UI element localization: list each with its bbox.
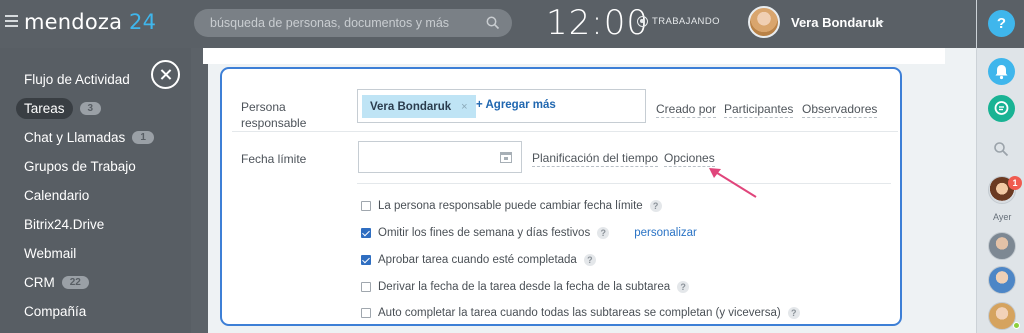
customize-link[interactable]: personalizar bbox=[634, 227, 697, 239]
search-icon[interactable] bbox=[486, 16, 500, 30]
add-more-link[interactable]: + Agregar más bbox=[476, 99, 556, 111]
avatar[interactable] bbox=[988, 302, 1016, 330]
left-sidebar: Flujo de Actividad Tareas 3 Chat y Llama… bbox=[0, 48, 191, 333]
option-label: Aprobar tarea cuando esté completada bbox=[378, 254, 577, 266]
day-label: Ayer bbox=[993, 212, 1012, 222]
close-icon[interactable]: × bbox=[461, 101, 467, 113]
deadline-field[interactable] bbox=[358, 141, 522, 173]
help-icon[interactable]: ? bbox=[649, 200, 662, 212]
status-text: TRABAJANDO bbox=[652, 16, 720, 27]
sidebar-item-calendar[interactable]: Calendario bbox=[24, 188, 89, 203]
checkbox[interactable] bbox=[361, 282, 371, 292]
responsible-tag[interactable]: Vera Bondaruk × bbox=[362, 95, 476, 118]
sidebar-item-label: Calendario bbox=[24, 188, 90, 203]
right-rail: ? bbox=[976, 0, 1024, 333]
sidebar-item-label: Flujo de Actividad bbox=[24, 72, 130, 87]
sidebar-item-webmail[interactable]: Webmail bbox=[24, 246, 76, 261]
search-icon[interactable] bbox=[993, 141, 1009, 157]
divider bbox=[232, 131, 898, 132]
clock[interactable]: 12:00 bbox=[546, 3, 649, 43]
divider bbox=[357, 183, 891, 184]
logo-number: 24 bbox=[129, 10, 157, 34]
help-icon[interactable]: ? bbox=[583, 254, 596, 266]
sidebar-item-label: Compañía bbox=[24, 304, 87, 319]
sidebar-item-chat[interactable]: Chat y Llamadas 1 bbox=[24, 130, 154, 145]
task-form-highlight: Persona responsable Vera Bondaruk × + Ag… bbox=[220, 67, 902, 326]
options-link[interactable]: Opciones bbox=[664, 151, 715, 167]
calendar-icon[interactable] bbox=[500, 152, 512, 163]
annotation-arrow-icon bbox=[709, 168, 757, 198]
search-placeholder: búsqueda de personas, documentos y más bbox=[210, 16, 450, 30]
sidebar-item-label: Webmail bbox=[24, 246, 77, 261]
chat-icon[interactable] bbox=[988, 95, 1015, 122]
created-by-link[interactable]: Creado por bbox=[656, 102, 717, 118]
sidebar-item-label: Grupos de Trabajo bbox=[24, 159, 136, 174]
sidebar-item-crm[interactable]: CRM 22 bbox=[24, 275, 89, 290]
sidebar-item-activity-stream[interactable]: Flujo de Actividad bbox=[24, 72, 130, 87]
option-label: La persona responsable puede cambiar fec… bbox=[378, 200, 643, 212]
top-bar: mendoza 24 búsqueda de personas, documen… bbox=[0, 0, 976, 48]
checkbox[interactable] bbox=[361, 201, 371, 211]
sidebar-item-company[interactable]: Compañía bbox=[24, 304, 86, 319]
option-responsible-change-deadline[interactable]: La persona responsable puede cambiar fec… bbox=[361, 200, 662, 212]
record-icon bbox=[637, 16, 648, 27]
sidebar-item-drive[interactable]: Bitrix24.Drive bbox=[24, 217, 104, 232]
work-status[interactable]: TRABAJANDO bbox=[637, 16, 720, 27]
option-approve-when-completed[interactable]: Aprobar tarea cuando esté completada ? bbox=[361, 254, 596, 266]
option-label: Auto completar la tarea cuando todas las… bbox=[378, 307, 781, 319]
time-planning-link[interactable]: Planificación del tiempo bbox=[532, 151, 659, 167]
sidebar-item-tasks[interactable]: Tareas 3 bbox=[16, 98, 102, 119]
checkbox[interactable] bbox=[361, 255, 371, 265]
responsible-tag-name: Vera Bondaruk bbox=[370, 100, 452, 113]
count-badge: 1 bbox=[132, 131, 154, 144]
bell-icon[interactable] bbox=[988, 58, 1015, 85]
checkbox[interactable] bbox=[361, 308, 371, 318]
sidebar-item-label: Chat y Llamadas bbox=[24, 130, 126, 145]
observers-link[interactable]: Observadores bbox=[802, 102, 878, 118]
option-label: Derivar la fecha de la tarea desde la fe… bbox=[378, 281, 671, 293]
chevron-down-icon[interactable] bbox=[876, 21, 884, 25]
count-badge: 3 bbox=[79, 102, 102, 115]
close-icon[interactable] bbox=[151, 60, 180, 89]
app-logo[interactable]: mendoza 24 bbox=[24, 10, 156, 34]
help-icon[interactable]: ? bbox=[787, 307, 800, 319]
avatar[interactable] bbox=[988, 232, 1016, 260]
avatar[interactable] bbox=[988, 266, 1016, 294]
option-label: Omitir los fines de semana y días festiv… bbox=[378, 227, 591, 239]
responsible-field[interactable]: Vera Bondaruk × + Agregar más bbox=[357, 89, 646, 123]
checkbox[interactable] bbox=[361, 228, 371, 238]
option-derive-dates-from-subtask[interactable]: Derivar la fecha de la tarea desde la fe… bbox=[361, 281, 690, 293]
main-area: Persona responsable Vera Bondaruk × + Ag… bbox=[191, 48, 976, 333]
online-status-icon bbox=[1013, 322, 1020, 329]
sidebar-item-label: Tareas bbox=[16, 98, 73, 119]
participants-link[interactable]: Participantes bbox=[724, 102, 794, 118]
user-name[interactable]: Vera Bondaruk bbox=[791, 15, 883, 30]
help-button[interactable]: ? bbox=[988, 10, 1015, 37]
sidebar-item-label: Bitrix24.Drive bbox=[24, 217, 105, 232]
notification-badge: 1 bbox=[1008, 176, 1022, 190]
count-badge: 22 bbox=[61, 276, 89, 289]
option-skip-weekends[interactable]: Omitir los fines de semana y días festiv… bbox=[361, 227, 697, 239]
deadline-label: Fecha límite bbox=[241, 152, 307, 166]
help-icon[interactable]: ? bbox=[597, 227, 610, 239]
sidebar-item-workgroups[interactable]: Grupos de Trabajo bbox=[24, 159, 136, 174]
user-avatar[interactable] bbox=[748, 6, 780, 38]
search-input[interactable]: búsqueda de personas, documentos y más bbox=[194, 9, 512, 37]
option-auto-complete[interactable]: Auto completar la tarea cuando todas las… bbox=[361, 307, 800, 319]
responsible-label: Persona responsable bbox=[241, 100, 307, 130]
panel-header-strip bbox=[203, 48, 945, 64]
logo-text: mendoza bbox=[24, 10, 123, 34]
menu-icon[interactable] bbox=[5, 15, 18, 29]
sidebar-item-label: CRM bbox=[24, 275, 55, 290]
help-icon[interactable]: ? bbox=[677, 281, 690, 293]
